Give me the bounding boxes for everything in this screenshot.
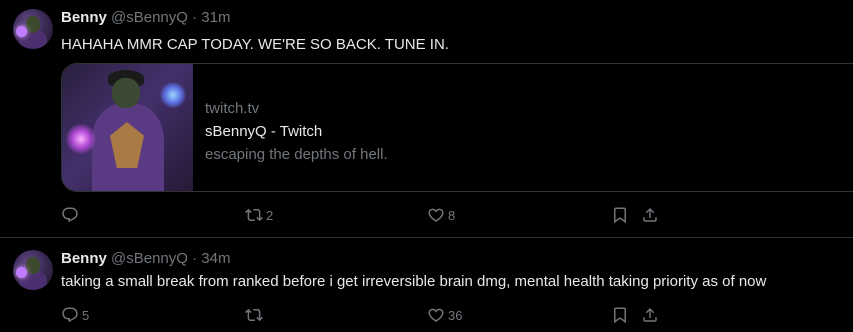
share-button[interactable] bbox=[641, 305, 659, 325]
card-title: sBennyQ - Twitch bbox=[205, 123, 323, 140]
share-button[interactable] bbox=[641, 205, 659, 225]
reply-icon bbox=[62, 307, 78, 323]
retweet-count: 2 bbox=[266, 207, 274, 223]
card-domain: twitch.tv bbox=[205, 100, 260, 117]
tweet-header: Benny @sBennyQ · 31m bbox=[61, 9, 230, 27]
retweet-icon bbox=[245, 208, 263, 222]
avatar-face bbox=[26, 257, 40, 274]
avatar-glow bbox=[16, 267, 27, 278]
retweet-icon bbox=[245, 308, 263, 322]
bookmark-button[interactable] bbox=[611, 205, 629, 225]
card-body: twitch.tv sBennyQ - Twitch escaping the … bbox=[205, 97, 388, 166]
share-icon bbox=[643, 307, 657, 322]
tweet[interactable]: Benny @sBennyQ · 31m HAHAHA MMR CAP TODA… bbox=[0, 0, 853, 238]
avatar[interactable] bbox=[13, 250, 53, 290]
like-count: 8 bbox=[448, 207, 456, 223]
retweet-button[interactable] bbox=[245, 305, 266, 325]
author-handle-time[interactable]: @sBennyQ · 31m bbox=[111, 9, 230, 26]
reply-icon bbox=[62, 207, 78, 223]
action-bar: 5 36 bbox=[61, 305, 853, 325]
author-handle-time[interactable]: @sBennyQ · 34m bbox=[111, 250, 230, 267]
avatar-face bbox=[26, 16, 40, 33]
heart-icon bbox=[428, 208, 444, 222]
tweet-text: taking a small break from ranked before … bbox=[61, 273, 767, 290]
author-name[interactable]: Benny bbox=[61, 9, 107, 26]
avatar[interactable] bbox=[13, 9, 53, 49]
bookmark-icon bbox=[614, 307, 626, 324]
action-bar: 2 8 bbox=[61, 205, 853, 225]
figure-head bbox=[112, 78, 140, 108]
heart-icon bbox=[428, 308, 444, 322]
card-thumbnail bbox=[62, 64, 193, 191]
tweet-text: HAHAHA MMR CAP TODAY. WE'RE SO BACK. TUN… bbox=[61, 36, 449, 53]
reply-button[interactable]: 5 bbox=[61, 305, 89, 325]
avatar-glow bbox=[16, 26, 27, 37]
share-icon bbox=[643, 207, 657, 222]
magic-orb-purple bbox=[66, 124, 96, 154]
magic-orb-blue bbox=[160, 82, 186, 108]
like-count: 36 bbox=[448, 307, 463, 323]
card-description: escaping the depths of hell. bbox=[205, 146, 388, 163]
tweet[interactable]: Benny @sBennyQ · 34m taking a small brea… bbox=[0, 238, 853, 332]
tweet-header: Benny @sBennyQ · 34m bbox=[61, 250, 230, 268]
bookmark-button[interactable] bbox=[611, 305, 629, 325]
retweet-button[interactable]: 2 bbox=[245, 205, 273, 225]
like-button[interactable]: 8 bbox=[427, 205, 455, 225]
author-name[interactable]: Benny bbox=[61, 250, 107, 267]
bookmark-icon bbox=[614, 207, 626, 224]
like-button[interactable]: 36 bbox=[427, 305, 462, 325]
link-card[interactable]: twitch.tv sBennyQ - Twitch escaping the … bbox=[61, 63, 853, 192]
reply-count: 5 bbox=[82, 307, 90, 323]
reply-button[interactable] bbox=[61, 205, 82, 225]
